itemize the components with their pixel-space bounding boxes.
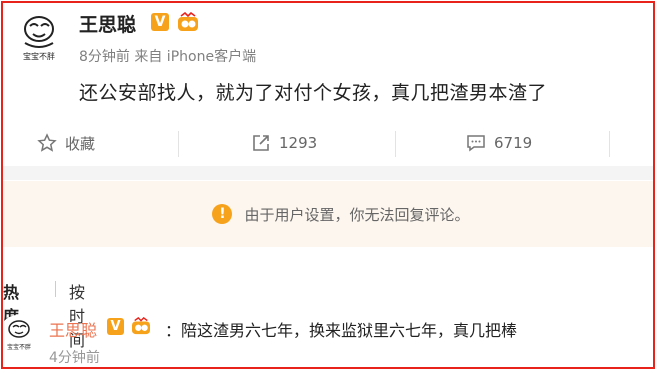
verified-badge-icon: V — [107, 318, 124, 335]
post-content: 还公安部找人，就为了对付个女孩，真几把渣男本渣了 — [79, 82, 548, 104]
favorite-label: 收藏 — [65, 134, 96, 153]
comment-count: 6719 — [494, 134, 533, 152]
divider — [55, 281, 56, 297]
warning-icon: ! — [212, 204, 233, 224]
meme-face-icon: 宝宝不胖 — [11, 9, 67, 65]
divider — [178, 131, 179, 157]
comment-icon — [467, 135, 485, 152]
meme-face-icon: 宝宝不胖 — [3, 315, 37, 353]
post-username[interactable]: 王思聪 — [79, 10, 136, 37]
post-meta: 8分钟前 来自 iPhone客户端 — [79, 49, 257, 65]
repost-button[interactable]: 1293 — [251, 121, 317, 165]
section-gap — [3, 166, 653, 180]
star-icon — [37, 133, 57, 152]
favorite-button[interactable]: 收藏 — [37, 121, 95, 165]
share-icon — [253, 135, 269, 151]
divider — [395, 131, 396, 157]
avatar-caption: 宝宝不胖 — [7, 343, 31, 351]
notice-text: 由于用户设置，你无法回复评论。 — [244, 205, 470, 224]
repost-count: 1293 — [279, 134, 318, 152]
comment-username[interactable]: 王思聪 — [49, 317, 97, 341]
comment-time: 4分钟前 — [49, 350, 100, 366]
comment-button[interactable]: 6719 — [466, 121, 532, 165]
member-crown-icon — [132, 317, 150, 335]
reply-disabled-notice: ! 由于用户设置，你无法回复评论。 — [3, 181, 653, 247]
comment-avatar[interactable]: 宝宝不胖 — [3, 315, 37, 353]
action-bar: 收藏 1293 6719 — [3, 121, 653, 165]
screenshot-frame: 宝宝不胖 王思聪 V 8分钟前 来自 iPhone客户端 还公安部找人，就为了对… — [1, 1, 655, 369]
verified-badge-icon: V — [151, 13, 169, 31]
avatar[interactable]: 宝宝不胖 — [11, 9, 67, 65]
comment-text: ：陪这渣男六七年，换来监狱里六七年，真几把棒 — [165, 321, 518, 340]
avatar-caption: 宝宝不胖 — [23, 51, 55, 61]
divider — [609, 131, 610, 157]
member-crown-icon — [178, 12, 198, 31]
